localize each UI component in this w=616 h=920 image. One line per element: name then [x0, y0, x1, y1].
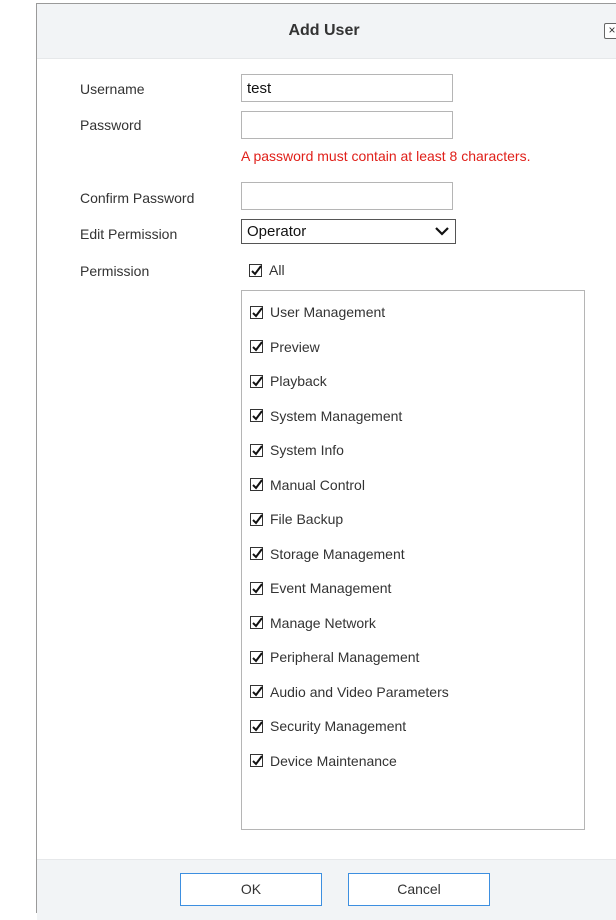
dialog-footer: OK Cancel — [37, 859, 616, 920]
permission-item[interactable]: File Backup — [250, 511, 343, 527]
close-icon[interactable]: × — [604, 23, 616, 39]
confirm-password-label: Confirm Password — [80, 190, 195, 206]
permission-checkbox[interactable] — [250, 409, 263, 422]
checkmark-icon — [251, 264, 262, 276]
checkmark-icon — [252, 720, 263, 732]
permission-label: Audio and Video Parameters — [270, 683, 449, 700]
checkmark-icon — [252, 617, 263, 628]
edit-permission-select[interactable]: Operator — [241, 219, 456, 244]
checkmark-icon — [252, 755, 263, 766]
password-label: Password — [80, 117, 142, 133]
permission-label: System Info — [270, 442, 344, 458]
permission-label: Manual Control — [270, 476, 365, 493]
checkmark-icon — [252, 306, 263, 318]
permission-checkbox[interactable] — [250, 374, 263, 388]
permission-label: Peripheral Management — [270, 649, 420, 665]
all-permissions-row: All — [249, 262, 285, 278]
checkmark-icon — [252, 444, 263, 456]
chevron-down-icon — [435, 227, 449, 236]
permission-item[interactable]: Security Management — [250, 718, 406, 734]
edit-permission-value: Operator — [247, 223, 307, 240]
permission-item[interactable]: Manage Network — [250, 615, 376, 631]
all-checkbox[interactable] — [249, 263, 262, 277]
permission-checkbox[interactable] — [250, 650, 263, 664]
permission-label: User Management — [270, 304, 386, 320]
permission-checkbox[interactable] — [250, 443, 263, 457]
permission-item[interactable]: User Management — [250, 304, 385, 320]
permission-item[interactable]: Audio and Video Parameters — [250, 684, 449, 700]
permission-checkbox[interactable] — [250, 581, 263, 595]
permission-item[interactable]: System Info — [250, 442, 344, 458]
permission-label: Security Management — [270, 718, 407, 734]
ok-button[interactable]: OK — [180, 873, 322, 906]
permission-label: System Management — [270, 407, 403, 424]
permission-item[interactable]: Storage Management — [250, 546, 405, 562]
permission-item[interactable]: Peripheral Management — [250, 649, 419, 665]
permission-checkbox[interactable] — [250, 547, 263, 560]
checkmark-icon — [252, 375, 263, 387]
permission-label: File Backup — [270, 511, 344, 527]
checkmark-icon — [252, 686, 263, 697]
permission-checkbox[interactable] — [250, 512, 263, 526]
edit-permission-label: Edit Permission — [80, 226, 178, 242]
permission-label: Event Management — [270, 580, 392, 596]
permission-checkbox[interactable] — [250, 616, 263, 629]
username-label: Username — [80, 81, 145, 97]
permission-checkbox[interactable] — [250, 754, 263, 767]
checkmark-icon — [252, 479, 263, 490]
username-input[interactable] — [241, 74, 453, 102]
permission-item[interactable]: Event Management — [250, 580, 391, 596]
permission-label: Preview — [270, 338, 320, 355]
permission-checkbox[interactable] — [250, 305, 263, 319]
permission-label: Playback — [270, 373, 327, 389]
dialog-titlebar: Add User × — [37, 4, 616, 59]
dialog-title: Add User — [288, 22, 360, 39]
password-input[interactable] — [241, 111, 453, 139]
permission-item[interactable]: Playback — [250, 373, 327, 389]
all-checkbox-label: All — [269, 262, 285, 278]
permission-checkbox[interactable] — [250, 685, 263, 698]
checkmark-icon — [252, 341, 263, 352]
checkmark-icon — [252, 548, 263, 559]
checkmark-icon — [252, 410, 263, 421]
password-warning: A password must contain at least 8 chara… — [241, 148, 531, 164]
permission-item[interactable]: System Management — [250, 408, 402, 424]
permission-label: Manage Network — [270, 614, 376, 631]
permission-item[interactable]: Device Maintenance — [250, 753, 397, 769]
permission-checkbox[interactable] — [250, 719, 263, 733]
checkmark-icon — [252, 651, 263, 663]
permission-label: Device Maintenance — [270, 752, 397, 769]
permission-item[interactable]: Manual Control — [250, 477, 365, 493]
permission-label: Permission — [80, 263, 150, 279]
permission-item[interactable]: Preview — [250, 339, 320, 355]
confirm-password-input[interactable] — [241, 182, 453, 210]
checkmark-icon — [252, 582, 263, 594]
permission-label: Storage Management — [270, 545, 405, 562]
permission-list[interactable]: User Management Preview Playback System Man… — [241, 290, 585, 830]
checkmark-icon — [252, 513, 263, 525]
permission-checkbox[interactable] — [250, 478, 263, 491]
add-user-dialog: Add User × Username Password A password … — [36, 3, 616, 920]
cancel-button[interactable]: Cancel — [348, 873, 490, 906]
permission-checkbox[interactable] — [250, 340, 263, 353]
